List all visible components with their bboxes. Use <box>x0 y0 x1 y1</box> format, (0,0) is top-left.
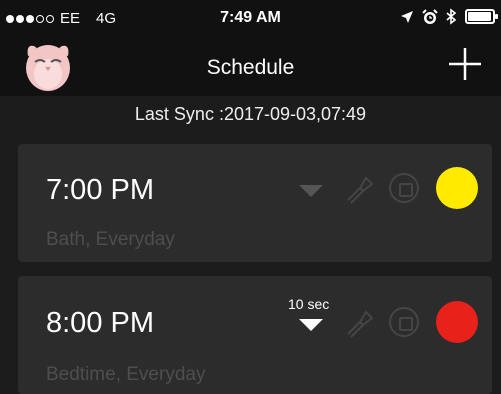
schedule-card-bedtime[interactable]: 8:00 PM Bedtime, Everyday 10 sec <box>18 276 492 394</box>
flashlight-icon[interactable] <box>344 174 374 204</box>
nav-bar: Schedule <box>0 36 501 96</box>
schedule-card-bath[interactable]: 7:00 PM Bath, Everyday <box>18 144 492 262</box>
alarm-icon <box>422 8 438 24</box>
duration-label: 10 sec <box>288 296 330 312</box>
schedule-subtitle: Bath, Everyday <box>46 229 175 250</box>
stop-icon[interactable] <box>389 307 419 337</box>
plus-icon[interactable] <box>443 42 487 86</box>
status-right <box>400 8 498 25</box>
status-bar: EE 4G 7:49 AM <box>0 0 501 36</box>
location-arrow-icon <box>401 10 413 23</box>
flashlight-icon[interactable] <box>344 308 374 338</box>
schedule-time: 8:00 PM <box>46 307 154 339</box>
page-title: Schedule <box>206 56 295 79</box>
stop-icon[interactable] <box>389 173 419 203</box>
light-color-indicator[interactable] <box>436 301 478 343</box>
chevron-down-icon[interactable] <box>299 319 323 331</box>
light-color-indicator[interactable] <box>436 167 478 209</box>
battery-icon <box>465 9 498 24</box>
chevron-down-icon[interactable] <box>299 185 323 197</box>
bluetooth-icon <box>446 8 457 25</box>
last-sync-text: Last Sync :2017-09-03,07:49 <box>134 104 367 124</box>
schedule-time: 7:00 PM <box>46 174 154 206</box>
battery-level <box>468 12 491 21</box>
schedule-subtitle: Bedtime, Everyday <box>46 364 206 385</box>
